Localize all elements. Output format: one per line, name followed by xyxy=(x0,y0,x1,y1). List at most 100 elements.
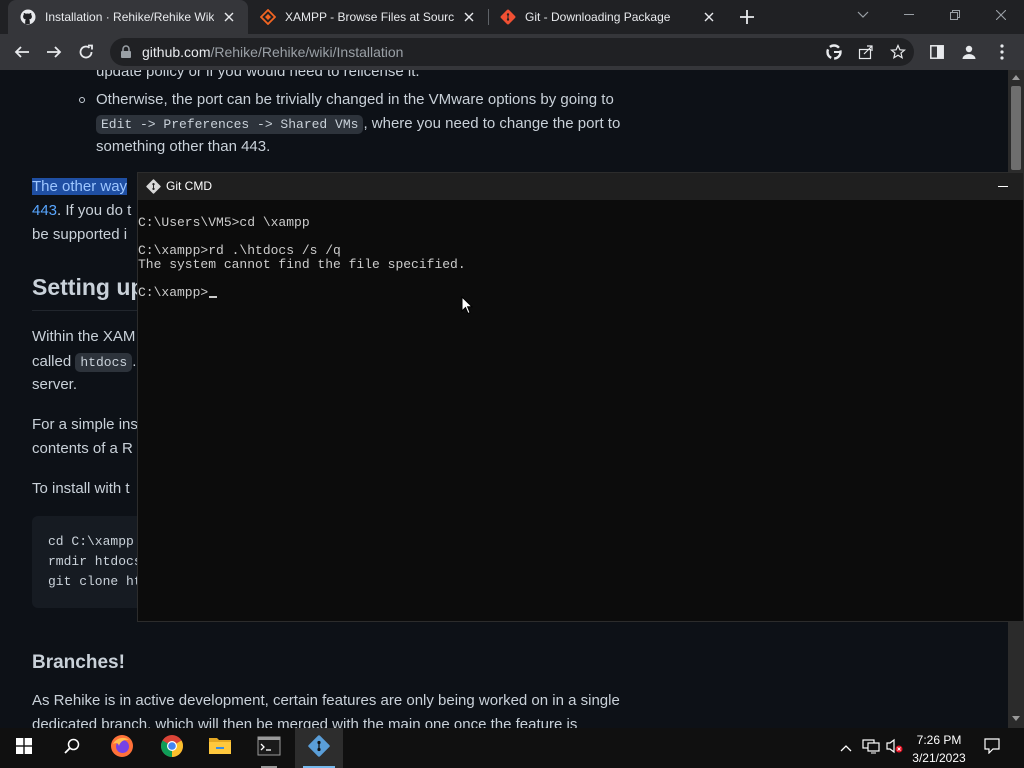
page-text: something other than 443. xyxy=(96,138,271,155)
heading-setting-up: Setting up xyxy=(32,274,145,300)
taskbar-git-cmd[interactable] xyxy=(295,728,343,768)
taskbar-chrome[interactable] xyxy=(148,728,196,768)
port-link[interactable]: 443 xyxy=(32,202,57,219)
tab-title: Git - Downloading Package xyxy=(525,10,671,24)
show-hidden-icons-button[interactable] xyxy=(836,728,856,768)
minimize-window-button[interactable] xyxy=(886,0,932,30)
scroll-down-arrow-icon[interactable] xyxy=(1012,716,1020,721)
page-text: dedicated branch, which will then be mer… xyxy=(32,716,578,728)
page-text: contents of a R xyxy=(32,440,133,457)
page-text: To install with t xyxy=(32,480,130,497)
chrome-icon xyxy=(160,734,184,763)
back-button[interactable] xyxy=(9,39,35,65)
mouse-pointer-icon xyxy=(461,295,474,320)
git-cmd-icon xyxy=(146,179,161,199)
action-center-button[interactable] xyxy=(976,728,1008,768)
page-text: update policy or if you would need to re… xyxy=(96,70,420,80)
scroll-up-arrow-icon[interactable] xyxy=(1012,75,1020,80)
share-icon[interactable] xyxy=(855,41,877,63)
network-status-button[interactable] xyxy=(860,728,882,768)
clock-date: 3/21/2023 xyxy=(912,751,966,765)
inline-code: htdocs xyxy=(75,353,133,372)
side-panel-icon[interactable] xyxy=(924,39,950,65)
page-text: called htdocs. xyxy=(32,350,136,375)
git-cmd-titlebar[interactable]: Git CMD xyxy=(138,173,1023,200)
windows-taskbar: 7:26 PM 3/21/2023 xyxy=(0,728,1024,768)
file-explorer-icon xyxy=(208,736,232,761)
taskbar-file-explorer[interactable] xyxy=(196,728,244,768)
forward-button[interactable] xyxy=(41,39,67,65)
page-text: Within the XAM xyxy=(32,328,136,345)
close-tab-icon[interactable] xyxy=(700,8,718,26)
command-prompt-icon xyxy=(257,736,281,761)
code-line: rmdir htdocs xyxy=(48,554,142,569)
browser-toolbar: github.com/Rehike/Rehike/wiki/Installati… xyxy=(0,34,1024,70)
tab-title: XAMPP - Browse Files at SourceF xyxy=(285,10,454,24)
console-line: C:\xampp>rd .\htdocs /s /q xyxy=(138,243,341,258)
reload-button[interactable] xyxy=(73,39,99,65)
taskbar-search-button[interactable] xyxy=(48,728,96,768)
chrome-menu-icon[interactable] xyxy=(989,39,1015,65)
browser-tab-strip: Installation · Rehike/Rehike Wiki · XAMP… xyxy=(0,0,1024,34)
volume-button[interactable] xyxy=(884,728,906,768)
minimize-console-button[interactable] xyxy=(983,173,1023,200)
page-text: called xyxy=(32,353,72,370)
console-line: C:\Users\VM5>cd \xampp xyxy=(138,215,310,230)
start-icon xyxy=(16,737,32,759)
page-text: Otherwise, the port can be trivially cha… xyxy=(96,91,614,108)
page-text: , where you need to change the port to xyxy=(363,115,621,132)
taskbar-firefox[interactable] xyxy=(98,728,146,768)
tab-xampp-sourceforge[interactable]: XAMPP - Browse Files at SourceF xyxy=(248,0,488,34)
profile-avatar-icon[interactable] xyxy=(956,39,982,65)
firefox-icon xyxy=(110,734,134,763)
git-icon xyxy=(500,9,516,25)
inline-code: Edit -> Preferences -> Shared VMs xyxy=(96,115,364,134)
github-icon xyxy=(20,9,36,25)
tab-title: Installation · Rehike/Rehike Wiki · xyxy=(45,10,214,24)
close-tab-icon[interactable] xyxy=(460,8,478,26)
page-text: Edit -> Preferences -> Shared VMs, where… xyxy=(96,112,620,137)
restore-window-button[interactable] xyxy=(932,0,978,30)
page-text: As Rehike is in active development, cert… xyxy=(32,692,620,709)
network-icon xyxy=(862,738,880,759)
start-button[interactable] xyxy=(0,728,48,768)
git-cmd-icon xyxy=(307,734,331,763)
bookmark-star-icon[interactable] xyxy=(887,41,909,63)
code-line: git clone ht xyxy=(48,574,142,589)
prompt-text: C:\xampp> xyxy=(138,285,209,300)
search-icon xyxy=(64,738,80,759)
selected-text: The other way xyxy=(32,178,128,195)
code-line: cd C:\xampp xyxy=(48,534,134,549)
sourceforge-icon xyxy=(260,9,276,25)
list-bullet xyxy=(79,97,85,103)
console-line: The system cannot find the file specifie… xyxy=(138,257,466,272)
page-text: The other way xyxy=(32,175,128,199)
close-tab-icon[interactable] xyxy=(220,8,238,26)
google-lens-icon[interactable] xyxy=(823,41,845,63)
volume-muted-icon xyxy=(886,738,904,759)
window-title: Git CMD xyxy=(166,179,212,193)
chevron-up-icon xyxy=(840,739,852,757)
address-bar[interactable]: github.com/Rehike/Rehike/wiki/Installati… xyxy=(110,38,914,66)
url-host: github.com xyxy=(142,44,211,60)
console-prompt[interactable]: C:\xampp> xyxy=(138,285,218,300)
tab-git-downloading[interactable]: Git - Downloading Package xyxy=(488,0,728,34)
scrollbar-thumb[interactable] xyxy=(1011,86,1021,170)
page-text: . If you do t xyxy=(57,202,132,219)
url-path: /Rehike/Rehike/wiki/Installation xyxy=(210,44,404,60)
text-cursor xyxy=(209,296,218,298)
address-url[interactable]: github.com/Rehike/Rehike/wiki/Installati… xyxy=(142,38,403,66)
git-cmd-window[interactable]: Git CMD C:\Users\VM5>cd \xampp C:\xampp>… xyxy=(137,172,1024,622)
heading-branches: Branches! xyxy=(32,652,125,673)
page-text: 443. If you do t xyxy=(32,199,131,223)
page-text: For a simple ins xyxy=(32,416,138,433)
new-tab-button[interactable] xyxy=(736,6,758,28)
lock-icon[interactable] xyxy=(120,45,132,64)
tab-rehike-installation[interactable]: Installation · Rehike/Rehike Wiki · xyxy=(8,0,248,34)
close-window-button[interactable] xyxy=(978,0,1024,30)
tab-search-icon[interactable] xyxy=(840,0,886,30)
page-text: be supported i xyxy=(32,226,128,243)
taskbar-command-prompt[interactable] xyxy=(245,728,293,768)
clock-time: 7:26 PM xyxy=(916,733,962,747)
taskbar-clock[interactable]: 7:26 PM 3/21/2023 xyxy=(904,728,974,768)
